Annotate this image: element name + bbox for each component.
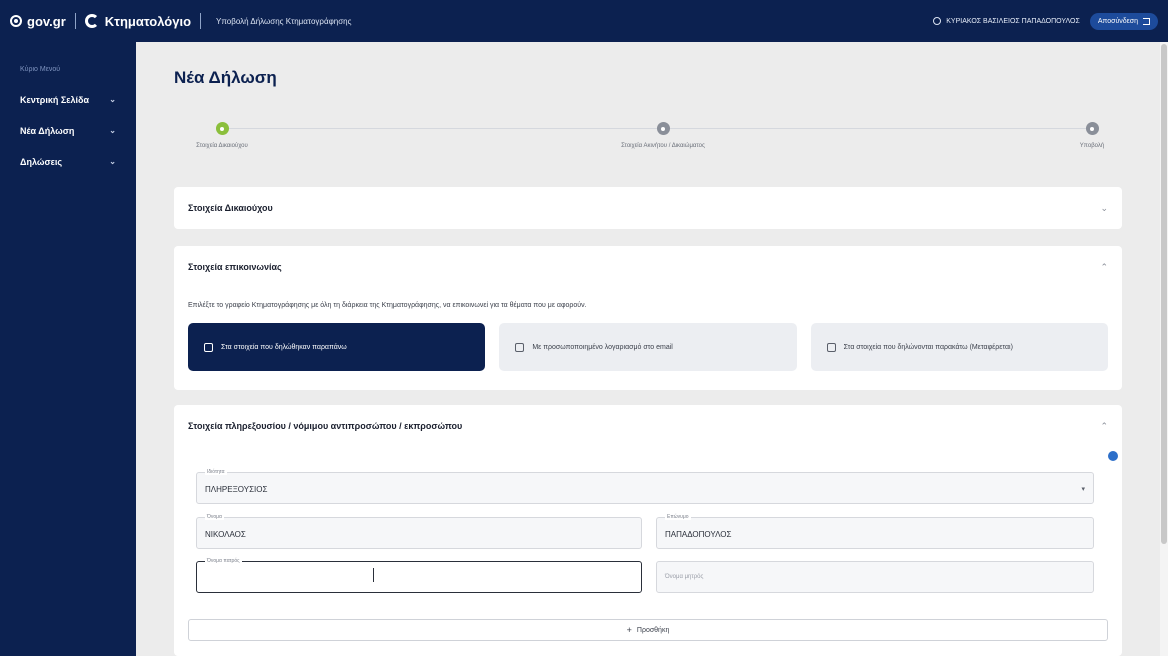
sidebar: Κύριο Μενού Κεντρική Σελίδα ⌄ Νέα Δήλωση… — [0, 42, 136, 656]
add-button[interactable]: + Προσθήκη — [188, 619, 1108, 641]
gov-emblem-icon — [10, 15, 22, 27]
main-content: Νέα Δήλωση Στοιχεία Δικαιούχου Στοιχεία … — [136, 42, 1160, 656]
step-label: Υποβολή — [1079, 143, 1105, 149]
sidebar-item-label: Νέα Δήλωση — [20, 125, 75, 136]
representative-header[interactable]: Στοιχεία πληρεξουσίου / νόμιμου αντιπροσ… — [174, 405, 1122, 447]
contact-description: Επιλέξτε το γραφείο Κτηματογράφησης με ό… — [188, 302, 587, 309]
sidebar-item-declarations[interactable]: Δηλώσεις ⌄ — [0, 146, 136, 177]
chevron-down-icon: ⌄ — [1100, 202, 1108, 213]
ktimatologio-icon — [84, 14, 99, 28]
sidebar-item-new-declaration[interactable]: Νέα Δήλωση ⌄ — [0, 115, 136, 146]
contact-option-above[interactable]: Στα στοιχεία που δηλώθηκαν παραπάνω — [188, 323, 486, 371]
info-icon[interactable] — [1108, 451, 1118, 461]
first-name-field[interactable]: Όνομα ΝΙΚΟΛΑΟΣ — [196, 514, 642, 549]
beneficiary-section: Στοιχεία Δικαιούχου ⌄ — [174, 187, 1122, 229]
sidebar-item-label: Κεντρική Σελίδα — [20, 94, 90, 105]
field-value: ΠΛΗΡΕΞΟΥΣΙΟΣ — [205, 485, 268, 494]
step-label: Στοιχεία Ακινήτου / Δικαιώματος — [621, 143, 705, 149]
divider — [200, 13, 202, 29]
step-pending-icon — [656, 122, 670, 135]
add-button-label: Προσθήκη — [636, 626, 670, 634]
section-title: Στοιχεία Δικαιούχου — [188, 203, 273, 213]
contact-option-email[interactable]: Με προσωποποιημένο λογαριασμό στο email — [499, 323, 797, 371]
sidebar-item-label: Δηλώσεις — [20, 156, 63, 167]
app-logo[interactable]: Κτηματολόγιο — [84, 13, 192, 29]
section-title: Στοιχεία πληρεξουσίου / νόμιμου αντιπροσ… — [188, 421, 463, 431]
logout-button[interactable]: Αποσύνδεση — [1089, 12, 1158, 30]
chevron-up-icon: ⌃ — [1100, 420, 1108, 431]
option-label: Στα στοιχεία που δηλώνονται παρακάτω (Με… — [843, 343, 1013, 351]
option-label: Με προσωποποιημένο λογαριασμό στο email — [532, 343, 673, 351]
sidebar-label: Κύριο Μενού — [20, 66, 61, 73]
step-pending-icon — [1085, 122, 1099, 135]
representative-form: Ιδιότητα ΠΛΗΡΕΞΟΥΣΙΟΣ ▾ Όνομα ΝΙΚΟΛΑΟΣ Ε… — [174, 447, 1122, 656]
page-title: Νέα Δήλωση — [174, 68, 277, 87]
contact-header[interactable]: Στοιχεία επικοινωνίας ⌃ — [174, 246, 1122, 288]
field-value: ΠΑΠΑΔΟΠΟΥΛΟΣ — [665, 530, 732, 539]
scrollbar-thumb[interactable] — [1161, 44, 1167, 544]
field-label: Επώνυμο — [665, 514, 691, 520]
field-value: ΝΙΚΟΛΑΟΣ — [205, 530, 246, 539]
text-cursor — [373, 568, 374, 582]
chevron-down-icon: ⌄ — [109, 157, 116, 166]
field-label: Όνομα πατρός — [205, 558, 242, 564]
representative-section: Στοιχεία πληρεξουσίου / νόμιμου αντιπροσ… — [174, 405, 1122, 656]
field-placeholder: Όνομα μητρός — [665, 574, 704, 580]
chevron-down-icon: ▾ — [1081, 486, 1085, 493]
checkbox-icon — [826, 342, 836, 352]
contact-option-below[interactable]: Στα στοιχεία που δηλώνονται παρακάτω (Με… — [810, 323, 1108, 371]
divider — [74, 13, 76, 29]
step-2[interactable]: Στοιχεία Ακινήτου / Δικαιώματος — [598, 122, 728, 149]
step-3[interactable]: Υποβολή — [1027, 122, 1157, 149]
checkbox-icon — [515, 342, 525, 352]
user-icon — [933, 17, 942, 25]
gov-logo[interactable]: gov.gr — [10, 14, 66, 29]
father-name-field[interactable]: Όνομα πατρός — [196, 558, 642, 593]
app-name: Κτηματολόγιο — [104, 13, 192, 29]
logout-label: Αποσύνδεση — [1097, 17, 1138, 25]
chevron-down-icon: ⌄ — [109, 126, 116, 135]
sidebar-item-home[interactable]: Κεντρική Σελίδα ⌄ — [0, 84, 136, 115]
field-label: Όνομα — [205, 514, 224, 520]
step-active-icon — [215, 122, 229, 135]
option-label: Στα στοιχεία που δηλώθηκαν παραπάνω — [221, 343, 347, 351]
app-subtitle: Υποβολή Δήλωσης Κτηματογράφησης — [216, 16, 352, 26]
stepper: Στοιχεία Δικαιούχου Στοιχεία Ακινήτου / … — [174, 122, 1122, 162]
user-info[interactable]: ΚΥΡΙΑΚΟΣ ΒΑΣΙΛΕΙΟΣ ΠΑΠΑΔΟΠΟΥΛΟΣ — [933, 17, 1080, 25]
contact-options: Στα στοιχεία που δηλώθηκαν παραπάνω Με π… — [174, 323, 1122, 371]
chevron-up-icon: ⌃ — [1100, 261, 1108, 272]
gov-logo-text: gov.gr — [27, 13, 66, 29]
top-bar: gov.gr Κτηματολόγιο Υποβολή Δήλωσης Κτημ… — [0, 0, 1168, 42]
step-1[interactable]: Στοιχεία Δικαιούχου — [157, 122, 287, 149]
contact-section: Στοιχεία επικοινωνίας ⌃ Επιλέξτε το γραφ… — [174, 246, 1122, 390]
logout-icon — [1143, 17, 1150, 25]
chevron-down-icon: ⌄ — [109, 95, 116, 104]
checkbox-icon — [204, 342, 213, 352]
section-title: Στοιχεία επικοινωνίας — [188, 262, 282, 272]
type-select[interactable]: Ιδιότητα ΠΛΗΡΕΞΟΥΣΙΟΣ ▾ — [196, 469, 1094, 504]
beneficiary-header[interactable]: Στοιχεία Δικαιούχου ⌄ — [174, 187, 1122, 229]
top-right-area: ΚΥΡΙΑΚΟΣ ΒΑΣΙΛΕΙΟΣ ΠΑΠΑΔΟΠΟΥΛΟΣ Αποσύνδε… — [933, 12, 1158, 30]
user-name: ΚΥΡΙΑΚΟΣ ΒΑΣΙΛΕΙΟΣ ΠΑΠΑΔΟΠΟΥΛΟΣ — [946, 17, 1080, 25]
last-name-field[interactable]: Επώνυμο ΠΑΠΑΔΟΠΟΥΛΟΣ — [656, 514, 1094, 549]
mother-name-field[interactable]: Όνομα μητρός — [656, 561, 1094, 593]
plus-icon: + — [626, 625, 632, 635]
field-label: Ιδιότητα — [205, 469, 227, 475]
step-label: Στοιχεία Δικαιούχου — [196, 143, 248, 149]
